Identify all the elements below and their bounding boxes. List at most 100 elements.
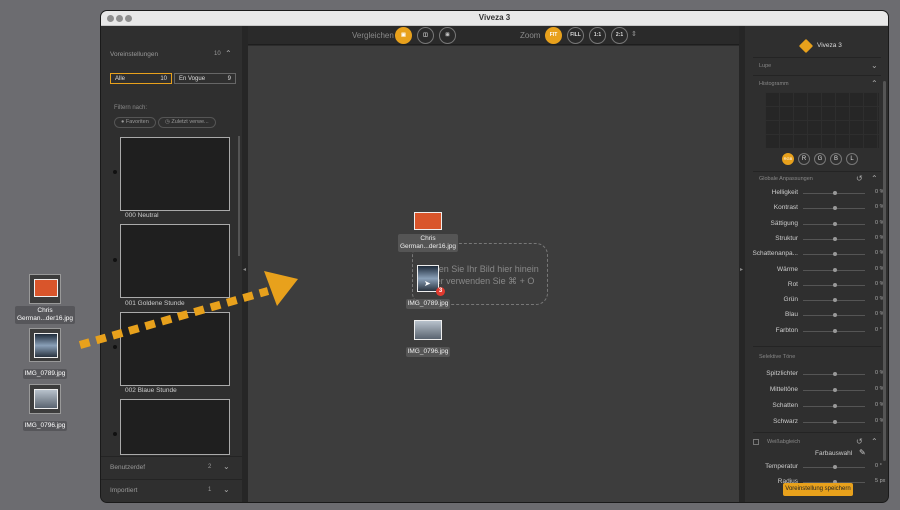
file-label: IMG_0789.jpg <box>405 299 451 309</box>
channel-rgb-button[interactable]: RGB <box>782 153 794 165</box>
tab-all[interactable]: Alle 10 <box>110 73 172 84</box>
window-title: Viveza 3 <box>478 13 511 22</box>
slider-selective[interactable]: Schatten 0 % <box>745 400 888 414</box>
channel-r-button[interactable]: R <box>798 153 810 165</box>
chevron-down-icon[interactable]: ⌄ <box>871 61 878 70</box>
save-preset-button[interactable]: Voreinstellung speichern <box>783 483 853 496</box>
collapse-presets-icon[interactable]: ⌃ <box>225 49 232 58</box>
desktop-file-img0789[interactable]: IMG_0789.jpg <box>10 328 80 380</box>
slider-knob[interactable] <box>833 404 837 408</box>
slider-global[interactable]: Kontrast 0 % <box>745 202 888 216</box>
slider-global[interactable]: Rot 0 % <box>745 279 888 293</box>
slider-knob[interactable] <box>833 313 837 318</box>
chevron-up-icon[interactable]: ⌃ <box>871 437 878 446</box>
dragged-file-img0796[interactable]: IMG_0796.jpg <box>388 320 468 358</box>
preset-thumbnail[interactable] <box>120 137 230 211</box>
slider-knob[interactable] <box>833 206 837 211</box>
slider-label: Blau <box>784 311 798 319</box>
slider-global[interactable]: Blau 0 % <box>745 309 888 323</box>
count-badge: 3 <box>436 287 445 296</box>
chevron-down-icon[interactable]: ⌄ <box>223 462 230 471</box>
favorite-dot-icon[interactable] <box>113 345 117 349</box>
white-balance-checkbox[interactable] <box>753 439 759 445</box>
file-label: Chris German...der16.jpg <box>14 306 75 324</box>
slider-knob[interactable] <box>833 191 837 195</box>
slider-wb[interactable]: Temperatur 0 ° <box>745 461 888 475</box>
slider-knob[interactable] <box>833 252 837 257</box>
loupe-section[interactable]: Lupe <box>759 63 771 69</box>
zoom-label: Zoom <box>520 31 541 40</box>
slider-knob[interactable] <box>833 282 837 287</box>
histogram-chart <box>765 92 879 148</box>
slider-label: Schattenanpa... <box>752 250 798 258</box>
scrollbar[interactable] <box>238 136 240 256</box>
slider-global[interactable]: Schattenanpa... 0 % <box>745 248 888 262</box>
single-view-button[interactable]: ▣ <box>395 27 412 44</box>
reset-icon[interactable]: ↺ <box>856 174 863 183</box>
slider-knob[interactable] <box>833 420 837 424</box>
slider-selective[interactable]: Schwarz 0 % <box>745 416 888 430</box>
slider-global[interactable]: Wärme 0 % <box>745 264 888 278</box>
channel-b-button[interactable]: B <box>830 153 842 165</box>
file-label: IMG_0796.jpg <box>405 347 451 357</box>
slider-global[interactable]: Sättigung 0 % <box>745 218 888 232</box>
divider <box>753 432 881 433</box>
chevron-down-icon[interactable]: ⌄ <box>223 485 230 494</box>
divider <box>101 479 242 480</box>
zoom-2to1-button[interactable]: 2:1 <box>611 27 628 44</box>
slider-global[interactable]: Struktur 0 % <box>745 233 888 247</box>
channel-l-button[interactable]: L <box>846 153 858 165</box>
filter-favorites[interactable]: ● Favoriten <box>114 117 156 128</box>
zoom-fit-button[interactable]: FIT <box>545 27 562 44</box>
slider-selective[interactable]: Spitzlichter 0 % <box>745 368 888 382</box>
tab-en-vogue[interactable]: En Vogue 9 <box>174 73 236 84</box>
slider-knob[interactable] <box>833 267 837 272</box>
selective-tones-title: Selektive Töne <box>759 354 796 360</box>
slider-knob[interactable] <box>833 328 837 333</box>
dragged-file-img0789[interactable]: 3 ➤ IMG_0789.jpg <box>388 265 468 310</box>
preset-thumbnail[interactable] <box>120 399 230 455</box>
filter-recent[interactable]: ◷ Zuletzt verwe... <box>158 117 216 128</box>
scrollbar[interactable] <box>883 81 886 461</box>
desktop-file-chris[interactable]: Chris German...der16.jpg <box>10 274 80 325</box>
dragged-file-chris[interactable]: Chris German...der16.jpg <box>388 212 468 253</box>
image-canvas[interactable]: Ziehen Sie Ihr Bild hier hinein oder ver… <box>248 46 739 502</box>
slider-knob[interactable] <box>833 298 837 303</box>
slider-knob[interactable] <box>833 372 837 376</box>
divider <box>101 456 242 457</box>
reset-icon[interactable]: ↺ <box>856 437 863 446</box>
section-imported[interactable]: Importiert <box>110 487 137 494</box>
slider-value: 5 px <box>875 478 886 484</box>
chevron-up-icon[interactable]: ⌃ <box>871 79 878 88</box>
slider-global[interactable]: Grün 0 % <box>745 294 888 308</box>
section-custom[interactable]: Benutzerdef <box>110 464 145 471</box>
file-thumbnail <box>29 328 61 362</box>
presets-panel: Voreinstellungen 10 ⌃ Alle 10 En Vogue 9… <box>101 26 242 502</box>
favorite-dot-icon[interactable] <box>113 432 117 436</box>
slider-knob[interactable] <box>833 236 837 241</box>
eyedropper-icon[interactable]: ✎ <box>859 448 866 457</box>
favorite-dot-icon[interactable] <box>113 258 117 262</box>
preset-thumbnail[interactable] <box>120 224 230 298</box>
chevron-up-icon[interactable]: ⌃ <box>871 174 878 183</box>
slider-global[interactable]: Helligkeit 0 % <box>745 187 888 201</box>
slider-knob[interactable] <box>833 465 837 469</box>
slider-global[interactable]: Farbton 0 ° <box>745 325 888 339</box>
preset-thumbnail[interactable] <box>120 312 230 386</box>
slider-knob[interactable] <box>833 388 837 392</box>
slider-label: Rot <box>787 280 798 288</box>
split-view-button[interactable]: ◫ <box>417 27 434 44</box>
channel-g-button[interactable]: G <box>814 153 826 165</box>
favorite-dot-icon[interactable] <box>113 170 117 174</box>
divider <box>753 57 881 58</box>
title-bar: Viveza 3 <box>101 11 888 26</box>
histogram-section[interactable]: Histogramm <box>759 81 789 87</box>
side-by-side-button[interactable]: ⊞ <box>439 27 456 44</box>
slider-value: 0 ° <box>875 463 882 469</box>
zoom-stepper-icon[interactable]: ⇕ <box>631 30 637 38</box>
zoom-fill-button[interactable]: FILL <box>567 27 584 44</box>
slider-knob[interactable] <box>833 221 837 226</box>
zoom-1to1-button[interactable]: 1:1 <box>589 27 606 44</box>
desktop-file-img0796[interactable]: IMG_0796.jpg <box>10 384 80 432</box>
slider-selective[interactable]: Mitteltöne 0 % <box>745 384 888 398</box>
